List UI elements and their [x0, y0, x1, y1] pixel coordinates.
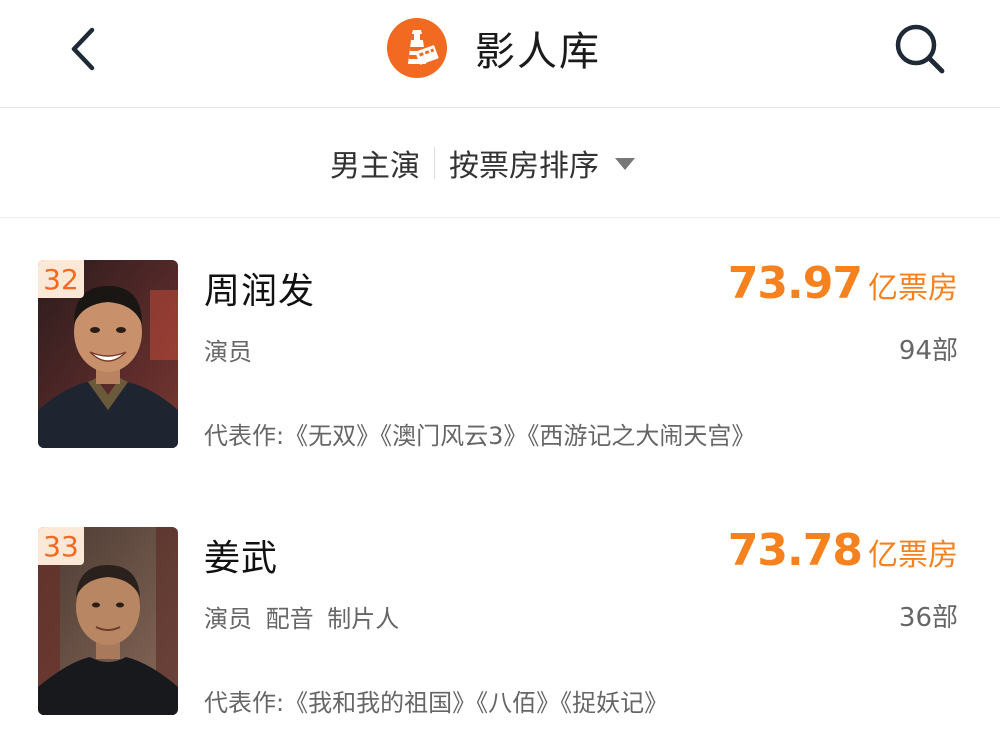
chevron-left-icon [71, 27, 95, 71]
box-office-unit: 亿票房 [868, 538, 958, 573]
top-nav-bar: 影人库 [0, 0, 1000, 108]
film-count: 36部 [898, 603, 958, 633]
filter-bar: 男主演 按票房排序 [0, 108, 1000, 218]
box-office-total: 73.78 亿票房 [728, 525, 958, 576]
person-name: 周润发 [204, 271, 316, 312]
search-button[interactable] [893, 22, 947, 76]
rank-badge: 32 [38, 260, 84, 298]
page-title: 影人库 [475, 29, 601, 75]
film-count: 94部 [898, 336, 958, 366]
box-office-value: 73.97 [727, 258, 863, 309]
person-card[interactable]: 33 姜武 演员 配音 制片人 代表作:《我和我的祖国》《八佰》《捉妖记》 73… [0, 485, 1000, 745]
person-card[interactable]: 32 周润发 演员 代表作:《无双》《澳门风云3》《西游记之大闹天宫》 73.9… [0, 218, 1000, 478]
person-roles: 演员 配音 制片人 [204, 605, 400, 633]
box-office-total: 73.97 亿票房 [728, 258, 958, 309]
search-icon [895, 24, 945, 74]
person-name: 姜武 [204, 538, 279, 579]
person-photo: 33 [38, 527, 178, 715]
caret-down-icon[interactable] [615, 158, 635, 170]
box-office-value: 73.78 [727, 525, 863, 576]
back-button[interactable] [60, 26, 106, 72]
box-office-unit: 亿票房 [868, 271, 958, 306]
category-filter[interactable]: 男主演 [330, 141, 420, 185]
filter-controls: 男主演 按票房排序 [330, 145, 635, 184]
lighthouse-logo-icon [387, 18, 447, 78]
filter-divider [434, 147, 435, 179]
representative-works: 代表作:《我和我的祖国》《八佰》《捉妖记》 [204, 689, 669, 717]
person-photo: 32 [38, 260, 178, 448]
rank-badge: 33 [38, 527, 84, 565]
sort-dropdown[interactable]: 按票房排序 [449, 141, 599, 185]
person-roles: 演员 [204, 338, 252, 366]
representative-works: 代表作:《无双》《澳门风云3》《西游记之大闹天宫》 [204, 422, 756, 450]
title-group: 影人库 [387, 18, 601, 78]
